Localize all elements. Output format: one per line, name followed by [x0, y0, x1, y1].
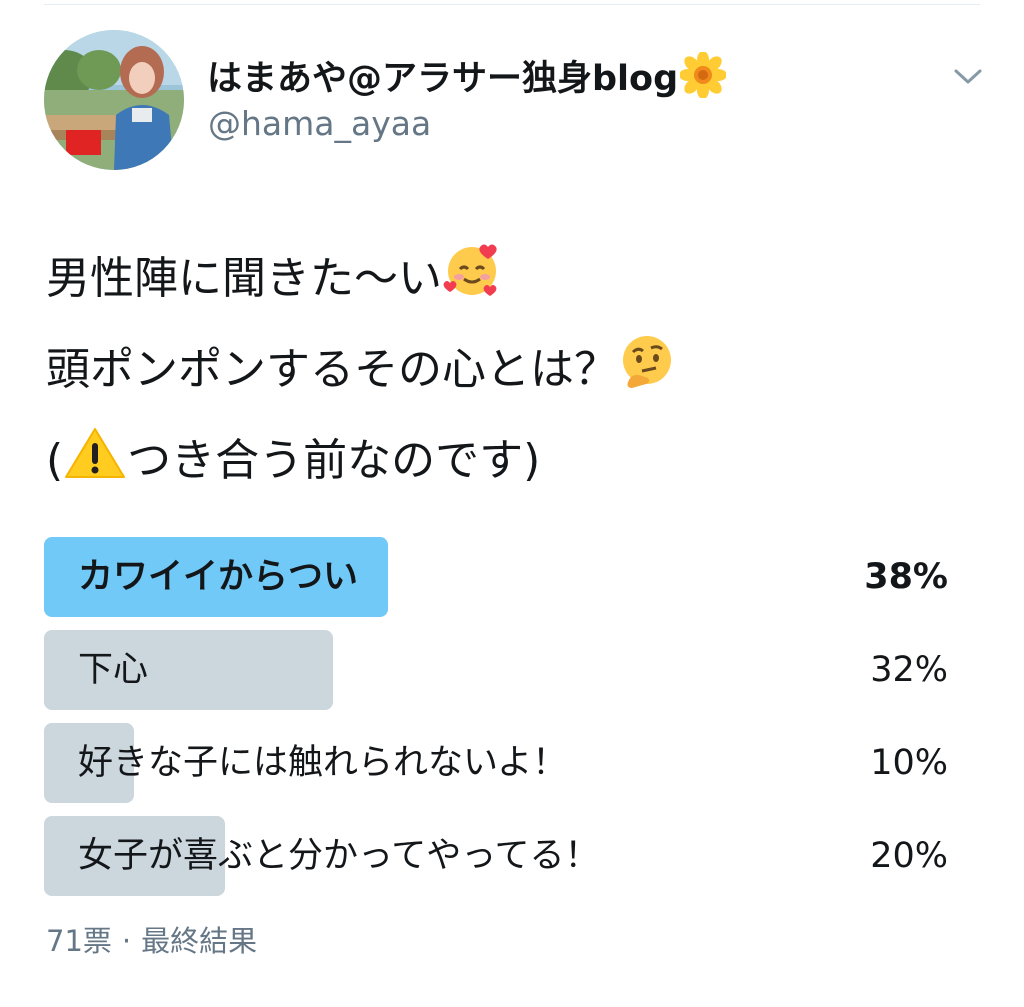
warning-icon [63, 424, 127, 509]
poll-option: 好きな子には触れられないよ！ 10% [44, 723, 948, 803]
tweet-line-1-text: 男性陣に聞きた〜い [46, 253, 442, 304]
display-name-text: はまあや@アラサー独身blog [207, 59, 679, 99]
sunflower-emoji [679, 51, 728, 109]
tweet-line-3-text: つき合う前なのです) [127, 435, 541, 486]
poll-status: 最終結果 [141, 924, 258, 958]
poll-option-percent: 38% [864, 557, 948, 597]
poll-option-percent: 20% [870, 836, 948, 876]
thinking-face-icon [618, 332, 676, 418]
poll-option-label: カワイイからつい [78, 557, 359, 597]
poll-option: 下心 32% [44, 630, 948, 710]
poll-option: カワイイからつい 38% [44, 537, 948, 617]
tweet-line-2: 頭ポンポンするその心とは？ [46, 327, 986, 418]
poll-option-percent: 32% [870, 650, 948, 690]
tweet-line-1: 男性陣に聞きた〜い [46, 236, 986, 327]
poll-option-percent: 10% [870, 743, 948, 783]
smiling-face-with-hearts-icon [442, 239, 502, 327]
avatar[interactable] [44, 30, 184, 170]
top-divider [44, 4, 980, 5]
chevron-down-icon[interactable] [950, 64, 986, 90]
poll-option-label: 好きな子には触れられないよ！ [78, 743, 568, 783]
footer-separator: · [121, 924, 132, 958]
poll: カワイイからつい 38% 下心 32% 好きな子には触れられないよ！ 10% 女子が喜ぶと分… [44, 537, 948, 909]
vote-count: 71票 [46, 924, 112, 958]
poll-footer: 71票 · 最終結果 [46, 921, 257, 961]
tweet-line-3-open: ( [46, 435, 64, 486]
poll-option-label: 下心 [78, 650, 149, 690]
tweet-text: 男性陣に聞きた〜い 頭ポンポンするその心とは？ (つき合う前なのです) [46, 236, 986, 509]
handle[interactable]: @hama_ayaa [208, 104, 431, 144]
poll-option: 女子が喜ぶと分かってやってる！ 20% [44, 816, 948, 896]
poll-option-label: 女子が喜ぶと分かってやってる！ [78, 836, 600, 876]
tweet-line-3: ( つき合う前なのです) [46, 418, 986, 509]
tweet-line-2-text: 頭ポンポンするその心とは？ [46, 344, 618, 395]
display-name[interactable]: はまあや@アラサー独身blog [207, 51, 728, 109]
